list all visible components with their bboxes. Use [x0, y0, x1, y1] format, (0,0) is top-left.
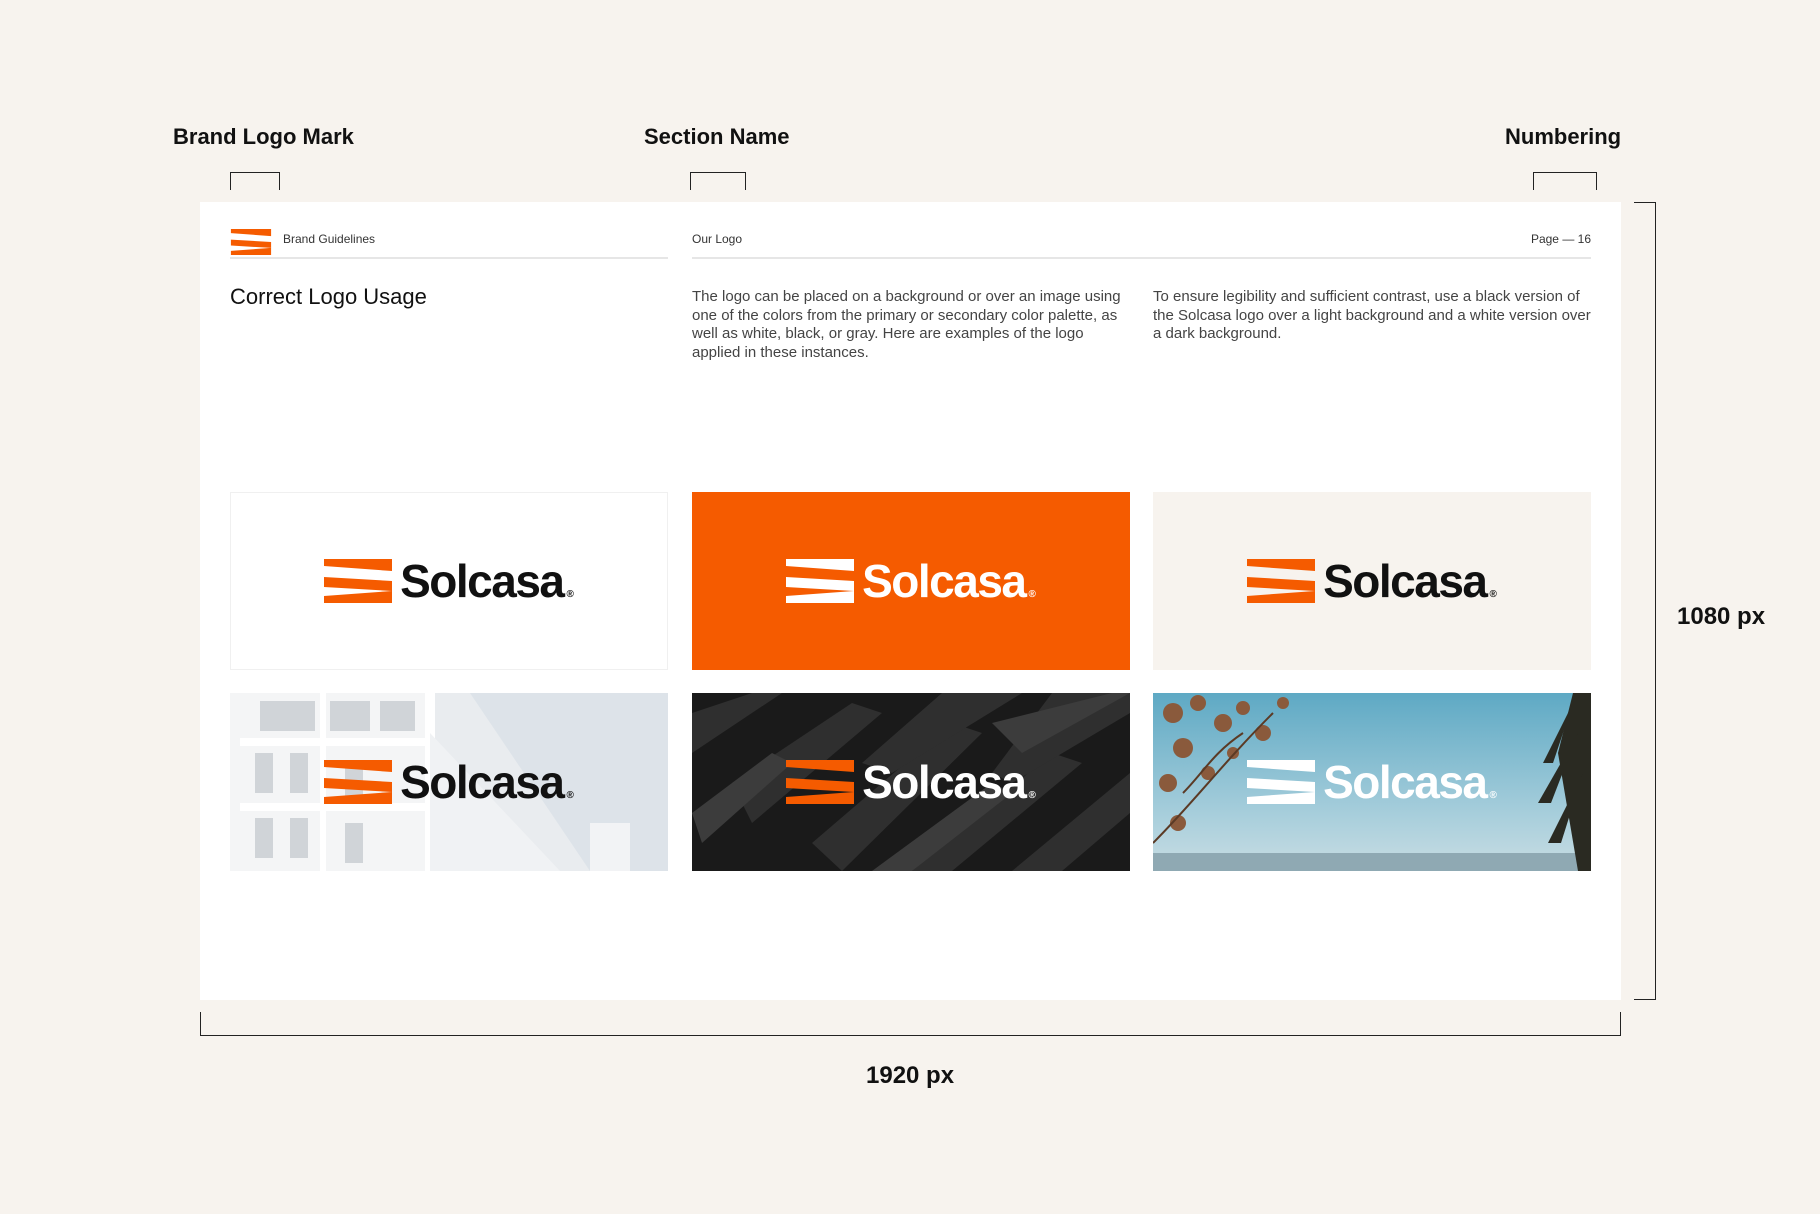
brand-logo-mark-icon — [1247, 760, 1316, 804]
brand-logo-mark-icon — [230, 229, 272, 255]
registered-mark: ® — [1489, 589, 1497, 600]
brand-logo-mark-icon — [786, 760, 855, 804]
registered-mark: ® — [1489, 790, 1497, 801]
solcasa-logo: Solcasa ® — [1247, 558, 1497, 604]
logo-tile-orange: Solcasa ® — [692, 492, 1130, 670]
header-section: Our Logo Page — 16 — [692, 229, 1591, 259]
logo-wordmark: Solcasa — [862, 756, 1027, 808]
logo-tile-cream: Solcasa ® — [1153, 492, 1591, 670]
brand-logo-mark-icon — [786, 559, 855, 603]
width-dimension-label: 1920 px — [866, 1062, 955, 1089]
page-title: Correct Logo Usage — [230, 284, 427, 309]
registered-mark: ® — [566, 589, 574, 600]
registered-mark: ® — [1028, 589, 1036, 600]
brand-logo-mark-icon — [324, 559, 393, 603]
logo-tile-dark-texture: Solcasa ® — [692, 693, 1130, 871]
annotation-section-name: Section Name — [644, 124, 790, 149]
paragraph-contrast: To ensure legibility and sufficient cont… — [1153, 288, 1591, 343]
logo-wordmark: Solcasa — [400, 756, 565, 808]
registered-mark: ® — [566, 790, 574, 801]
brand-guidelines-label: Brand Guidelines — [283, 232, 376, 246]
solcasa-logo: Solcasa ® — [1247, 759, 1497, 805]
logo-wordmark: Solcasa — [1323, 555, 1488, 607]
logo-tile-sky-photo: Solcasa ® — [1153, 693, 1591, 871]
width-dimension-bracket — [200, 1012, 1621, 1036]
bracket-numbering — [1533, 172, 1597, 190]
annotation-numbering: Numbering — [1505, 124, 1622, 149]
registered-mark: ® — [1028, 790, 1036, 801]
height-dimension-label: 1080 px — [1677, 603, 1766, 630]
section-name: Our Logo — [692, 232, 743, 246]
annotation-brand-logo-mark: Brand Logo Mark — [173, 124, 354, 149]
bracket-logo-mark — [230, 172, 280, 190]
solcasa-logo: Solcasa ® — [786, 759, 1036, 805]
logo-wordmark: Solcasa — [862, 555, 1027, 607]
solcasa-logo: Solcasa ® — [324, 759, 574, 805]
brand-logo-mark-icon — [1247, 559, 1316, 603]
header-brand: Brand Guidelines — [230, 229, 668, 259]
solcasa-logo: Solcasa ® — [324, 558, 574, 604]
logo-wordmark: Solcasa — [1323, 756, 1488, 808]
logo-wordmark: Solcasa — [400, 555, 565, 607]
brand-logo-mark-icon — [324, 760, 393, 804]
height-dimension-bracket — [1634, 202, 1656, 1000]
guideline-page: Brand Guidelines Our Logo Page — 16 Corr… — [200, 202, 1621, 1000]
bracket-section-name — [690, 172, 746, 190]
page-number: Page — 16 — [1530, 232, 1591, 246]
logo-tile-white: Solcasa ® — [230, 492, 668, 670]
paragraph-placement: The logo can be placed on a background o… — [692, 288, 1121, 361]
logo-tile-building-photo: Solcasa ® — [230, 693, 668, 871]
solcasa-logo: Solcasa ® — [786, 558, 1036, 604]
